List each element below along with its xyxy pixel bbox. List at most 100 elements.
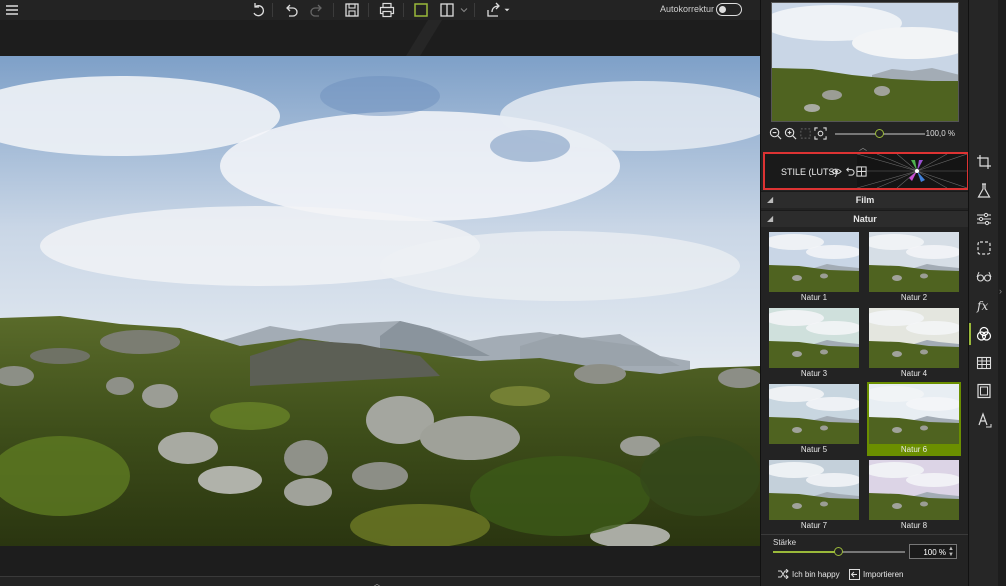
import-label: Importieren xyxy=(863,570,904,579)
preset-thumbnail xyxy=(769,460,859,520)
view-dropdown-chevron-icon[interactable] xyxy=(458,1,470,19)
strength-value-input[interactable]: 100 % ▲ ▼ xyxy=(909,544,957,559)
section-natur[interactable]: ◢ Natur xyxy=(761,210,969,227)
glasses-icon xyxy=(976,271,992,282)
preset-tile[interactable]: Natur 5 xyxy=(767,382,861,456)
preset-tile[interactable]: Natur 8 xyxy=(867,458,961,528)
sliders-icon xyxy=(977,212,991,226)
single-view-icon[interactable] xyxy=(411,1,431,19)
preset-gallery: Natur 1 Natur 2 Natur 3 Natur 4 Natur 5 Natur… xyxy=(767,230,963,528)
zoom-out-icon[interactable] xyxy=(769,127,782,140)
preset-tile[interactable]: Natur 6 xyxy=(867,382,961,456)
chevron-up-icon[interactable]: ︿ xyxy=(373,578,381,586)
right-panel: 100,0 % ︿ STILE (LUTS) ◢ Film ◢ Natur Na… xyxy=(760,0,969,586)
crop-icon xyxy=(977,155,991,169)
texture-grid-icon xyxy=(976,356,992,370)
reset-icon[interactable] xyxy=(248,1,268,19)
preset-thumbnail xyxy=(869,384,959,444)
compare-view-icon[interactable] xyxy=(437,1,457,19)
strength-slider-handle[interactable] xyxy=(834,547,843,556)
import-icon xyxy=(849,569,860,580)
preset-label: Natur 5 xyxy=(800,445,828,454)
zoom-fit-icon[interactable] xyxy=(799,127,812,140)
color-circles-icon xyxy=(976,326,992,341)
zoom-actual-size-icon[interactable] xyxy=(814,127,827,140)
export-dropdown-icon[interactable] xyxy=(502,1,512,19)
preset-thumbnail xyxy=(869,460,959,520)
section-title: Natur xyxy=(853,214,877,224)
preset-tile[interactable]: Natur 1 xyxy=(767,230,861,304)
redo-icon[interactable] xyxy=(307,1,327,19)
preset-label: Natur 1 xyxy=(800,293,828,302)
save-icon[interactable] xyxy=(342,1,362,19)
import-button[interactable]: Importieren xyxy=(849,569,903,580)
zoom-slider-handle[interactable] xyxy=(875,129,884,138)
autokorrektur-toggle[interactable] xyxy=(716,3,742,16)
frame-tool[interactable] xyxy=(974,381,994,401)
preset-label: Natur 8 xyxy=(900,521,928,528)
main-photo xyxy=(0,56,760,546)
autokorrektur-label: Autokorrektur xyxy=(659,4,714,14)
image-canvas[interactable] xyxy=(0,20,760,576)
color-styles-tool[interactable] xyxy=(974,324,994,344)
chevron-right-icon[interactable]: › xyxy=(999,286,1002,296)
luts-banner-graphic xyxy=(857,154,967,188)
app-window: Autokorrektur ︿ 100,0 % ︿ STILE (LUTS) ◢… xyxy=(0,0,1006,586)
tool-strip: fx xyxy=(968,0,998,586)
preset-tile[interactable]: Natur 7 xyxy=(767,458,861,528)
preset-thumbnail xyxy=(769,232,859,292)
selection-tool[interactable] xyxy=(974,238,994,258)
text-tool[interactable] xyxy=(974,410,994,430)
fx-icon: fx xyxy=(976,299,988,313)
visibility-eye-icon[interactable] xyxy=(831,166,842,177)
section-film[interactable]: ◢ Film xyxy=(761,191,969,208)
print-icon[interactable] xyxy=(377,1,397,19)
selection-icon xyxy=(977,241,991,255)
styles-luts-header[interactable]: STILE (LUTS) xyxy=(763,152,969,190)
app-logo-watermark xyxy=(406,20,442,56)
preset-label: Natur 2 xyxy=(900,293,928,302)
frame-icon xyxy=(977,383,991,399)
navigator-preview[interactable] xyxy=(771,2,959,122)
preset-label: Natur 6 xyxy=(900,445,928,454)
happy-button[interactable]: Ich bin happy xyxy=(777,569,840,579)
reset-style-icon[interactable] xyxy=(844,166,855,177)
lab-tool[interactable] xyxy=(974,181,994,201)
flask-icon xyxy=(977,183,991,198)
section-title: Film xyxy=(855,195,875,205)
preset-label: Natur 4 xyxy=(900,369,928,378)
zoom-in-icon[interactable] xyxy=(784,127,797,140)
preset-tile[interactable]: Natur 3 xyxy=(767,306,861,380)
adjustments-tool[interactable] xyxy=(974,209,994,229)
export-icon[interactable] xyxy=(484,1,504,19)
active-tool-indicator xyxy=(969,323,971,345)
svg-text:fx: fx xyxy=(976,299,988,313)
strength-value: 100 % xyxy=(923,548,946,557)
preset-label: Natur 7 xyxy=(800,521,828,528)
preset-label: Natur 3 xyxy=(800,369,828,378)
preset-thumbnail xyxy=(769,384,859,444)
preset-tile[interactable]: Natur 2 xyxy=(867,230,961,304)
preset-tile[interactable]: Natur 4 xyxy=(867,306,961,380)
filmstrip-toggle[interactable]: ︿ xyxy=(0,576,760,586)
happy-label: Ich bin happy xyxy=(792,569,840,579)
spin-arrows-icon[interactable]: ▲ ▼ xyxy=(948,546,954,558)
texture-tool[interactable] xyxy=(974,353,994,373)
panel-edge[interactable]: › xyxy=(998,0,1006,586)
crop-tool[interactable] xyxy=(974,152,994,172)
strength-label: Stärke xyxy=(773,538,797,547)
preset-thumbnail xyxy=(769,308,859,368)
menu-icon[interactable] xyxy=(2,1,22,19)
shuffle-icon xyxy=(778,569,789,579)
top-toolbar: Autokorrektur xyxy=(0,0,760,20)
zoom-value: 100,0 % xyxy=(925,129,955,138)
split-view-icon[interactable] xyxy=(856,166,867,177)
styles-luts-label: STILE (LUTS) xyxy=(781,167,838,177)
zoom-controls: 100,0 % xyxy=(767,126,963,142)
strength-slider-fill xyxy=(773,551,837,553)
strength-control: Stärke 100 % ▲ ▼ Ich bin happy Importiere… xyxy=(761,534,969,586)
effects-tool[interactable]: fx xyxy=(974,295,994,315)
preset-thumbnail xyxy=(869,308,959,368)
glasses-tool[interactable] xyxy=(974,266,994,286)
undo-icon[interactable] xyxy=(281,1,301,19)
